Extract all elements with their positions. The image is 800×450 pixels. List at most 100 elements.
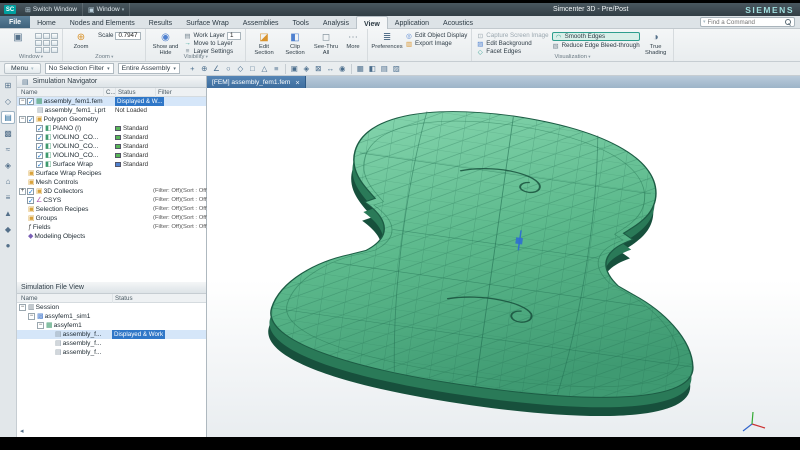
expander[interactable]: − xyxy=(28,313,35,320)
circle-center-snap-icon[interactable]: ○ xyxy=(223,63,234,74)
visibility-checkbox[interactable] xyxy=(36,125,43,134)
background-style-icon[interactable]: ▨ xyxy=(391,63,402,74)
smooth-edges-button[interactable]: Smooth Edges xyxy=(551,32,640,41)
tree-row[interactable]: ◧VIOLINO_CO... Standard xyxy=(17,142,206,152)
work-layer-input[interactable]: 1 xyxy=(227,31,242,40)
tab-file[interactable]: File xyxy=(0,16,31,28)
selection-scope-dropdown[interactable]: Entire Assembly ▾ xyxy=(117,63,180,74)
vertex-snap-icon[interactable]: △ xyxy=(259,63,270,74)
tree-row[interactable]: ƒ Fields (Filter: Off)(Sort : Off) xyxy=(17,223,208,232)
find-command-input[interactable] xyxy=(707,18,783,26)
clip-section-button[interactable]: Clip Section xyxy=(281,31,309,56)
tree-row[interactable]: ▣ Groups (Filter: Off)(Sort : Off) xyxy=(17,214,208,223)
wireframe-view-icon[interactable]: ◈ xyxy=(301,63,312,74)
manage-icon[interactable]: ◆ xyxy=(1,223,15,236)
window-menu-button[interactable]: ▣ Window ▾ xyxy=(83,3,131,16)
visibility-checkbox[interactable] xyxy=(27,188,34,197)
tree-row[interactable]: ▣ Mesh Controls xyxy=(17,178,206,187)
visibility-checkbox[interactable] xyxy=(36,152,43,161)
expander[interactable]: − xyxy=(19,98,26,105)
menu-button[interactable]: Menu ▾ xyxy=(4,63,41,74)
column-header-status[interactable]: Status xyxy=(115,88,136,97)
shaded-view-icon[interactable]: ▣ xyxy=(289,63,300,74)
tab-analysis[interactable]: Analysis xyxy=(316,16,356,28)
tree-row[interactable]: − ▩ assyfem1_sim1 xyxy=(17,312,206,321)
tab-acoustics[interactable]: Acoustics xyxy=(436,16,480,28)
pan-view-icon[interactable]: ↔ xyxy=(325,63,336,74)
tree-row[interactable]: ∠CSYS (Filter: Off)(Sort : Off) xyxy=(17,196,208,206)
expander[interactable]: − xyxy=(19,304,26,311)
group-label-window[interactable]: Window xyxy=(0,53,62,61)
tab-surface-wrap[interactable]: Surface Wrap xyxy=(179,16,236,28)
hd3d-tools-icon[interactable]: ◈ xyxy=(1,159,15,172)
window-layout-buttons[interactable] xyxy=(35,31,58,53)
visibility-checkbox[interactable] xyxy=(36,143,43,152)
roles-icon[interactable]: ● xyxy=(1,239,15,252)
tree-row[interactable]: ◧Surface Wrap Standard xyxy=(17,160,206,170)
tree-row[interactable]: ◧VIOLINO_CO... Standard xyxy=(17,133,206,143)
tree-row[interactable]: ▤ assembly_f... xyxy=(17,339,206,348)
switch-window-button[interactable]: ⊞ Switch Window xyxy=(20,3,83,16)
export-image-button[interactable]: Export Image xyxy=(405,40,467,47)
tab-tools[interactable]: Tools xyxy=(286,16,316,28)
tree-row[interactable]: − ▦ assyfem1 xyxy=(17,321,206,330)
zoom-button[interactable]: Zoom xyxy=(67,31,95,50)
xy-function-navigator-icon[interactable]: ≈ xyxy=(1,143,15,156)
mesh-display-icon[interactable]: ▦ xyxy=(355,63,366,74)
tree-row[interactable]: ◆ Modeling Objects xyxy=(17,232,206,241)
visibility-checkbox[interactable] xyxy=(27,98,34,107)
column-header-c[interactable]: C... xyxy=(103,88,116,97)
group-label-visibility[interactable]: Visibility xyxy=(146,53,245,61)
tab-results[interactable]: Results xyxy=(142,16,179,28)
tree-row[interactable]: − ▥ Session xyxy=(17,303,206,312)
render-style-icon[interactable]: ▤ xyxy=(379,63,390,74)
move-to-layer-button[interactable]: Move to Layer xyxy=(183,40,241,47)
visibility-checkbox[interactable] xyxy=(36,134,43,143)
process-studio-icon[interactable]: ▲ xyxy=(1,207,15,220)
graphics-viewport[interactable]: [FEM] assembly_fem1.fem × xyxy=(207,76,800,437)
tab-assemblies[interactable]: Assemblies xyxy=(236,16,286,28)
rotate-view-icon[interactable]: ◉ xyxy=(337,63,348,74)
reduce-edge-bleed-button[interactable]: Reduce Edge Bleed-through xyxy=(552,42,640,49)
column-header-name[interactable]: Name xyxy=(19,88,38,97)
tab-application[interactable]: Application xyxy=(388,16,436,28)
orient-view-icon[interactable]: ⊠ xyxy=(313,63,324,74)
tab-view[interactable]: View xyxy=(355,16,388,29)
snap-options-icon[interactable]: ≡ xyxy=(271,63,282,74)
expander[interactable]: − xyxy=(19,116,26,123)
visibility-checkbox[interactable] xyxy=(27,197,34,206)
tree-row[interactable]: − ▣Polygon Geometry xyxy=(17,115,206,125)
navigator-column-header[interactable]: Name C... Status Filter xyxy=(17,88,206,97)
tree-row[interactable]: − ▦assembly_fem1.fem Displayed & W... xyxy=(17,97,206,107)
angle-snap-icon[interactable]: ∠ xyxy=(211,63,222,74)
tree-row[interactable]: ▤ assembly_f... Displayed & Work xyxy=(17,330,206,339)
tree-row[interactable]: ▤ assembly_f... xyxy=(17,348,206,357)
post-processing-navigator-icon[interactable]: ▩ xyxy=(1,127,15,140)
collapse-panel-arrow[interactable]: ◂ xyxy=(20,427,24,435)
capture-screen-image-button[interactable]: Capture Screen Image xyxy=(476,32,548,39)
preferences-button[interactable]: Preferences xyxy=(371,31,402,50)
window-arrange-button[interactable] xyxy=(4,31,32,44)
assembly-navigator-icon[interactable]: ⊞ xyxy=(1,79,15,92)
constraint-navigator-icon[interactable]: ◇ xyxy=(1,95,15,108)
graphics-canvas[interactable] xyxy=(207,85,800,437)
web-browser-icon[interactable]: ⌂ xyxy=(1,175,15,188)
scale-input[interactable]: 0.7947 xyxy=(115,31,142,40)
tree-row[interactable]: ▣ Surface Wrap Recipes xyxy=(17,169,206,178)
tree-row[interactable]: ◧VIOLINO_CO... Standard xyxy=(17,151,206,161)
file-view-column-header[interactable]: Name Status xyxy=(17,294,206,303)
tree-row[interactable]: ◧PIANO (I) Standard xyxy=(17,124,206,134)
edit-background-button[interactable]: Edit Background xyxy=(476,40,548,47)
midpoint-snap-icon[interactable]: ◇ xyxy=(235,63,246,74)
history-icon[interactable]: ≡ xyxy=(1,191,15,204)
find-command-box[interactable]: ▾ xyxy=(700,17,795,27)
endpoint-snap-icon[interactable]: □ xyxy=(247,63,258,74)
column-header-name[interactable]: Name xyxy=(19,294,38,303)
see-thru-all-button[interactable]: See-Thru All xyxy=(312,31,340,56)
visibility-checkbox[interactable] xyxy=(27,116,34,125)
expander[interactable]: + xyxy=(19,188,26,195)
tree-row[interactable]: ▣ Selection Recipes (Filter: Off)(Sort : O… xyxy=(17,205,208,214)
tree-row[interactable]: + ▣3D Collectors (Filter: Off)(Sort : Off) xyxy=(17,187,208,197)
selection-filter-dropdown[interactable]: No Selection Filter ▾ xyxy=(44,63,114,74)
section-view-icon[interactable]: ◧ xyxy=(367,63,378,74)
